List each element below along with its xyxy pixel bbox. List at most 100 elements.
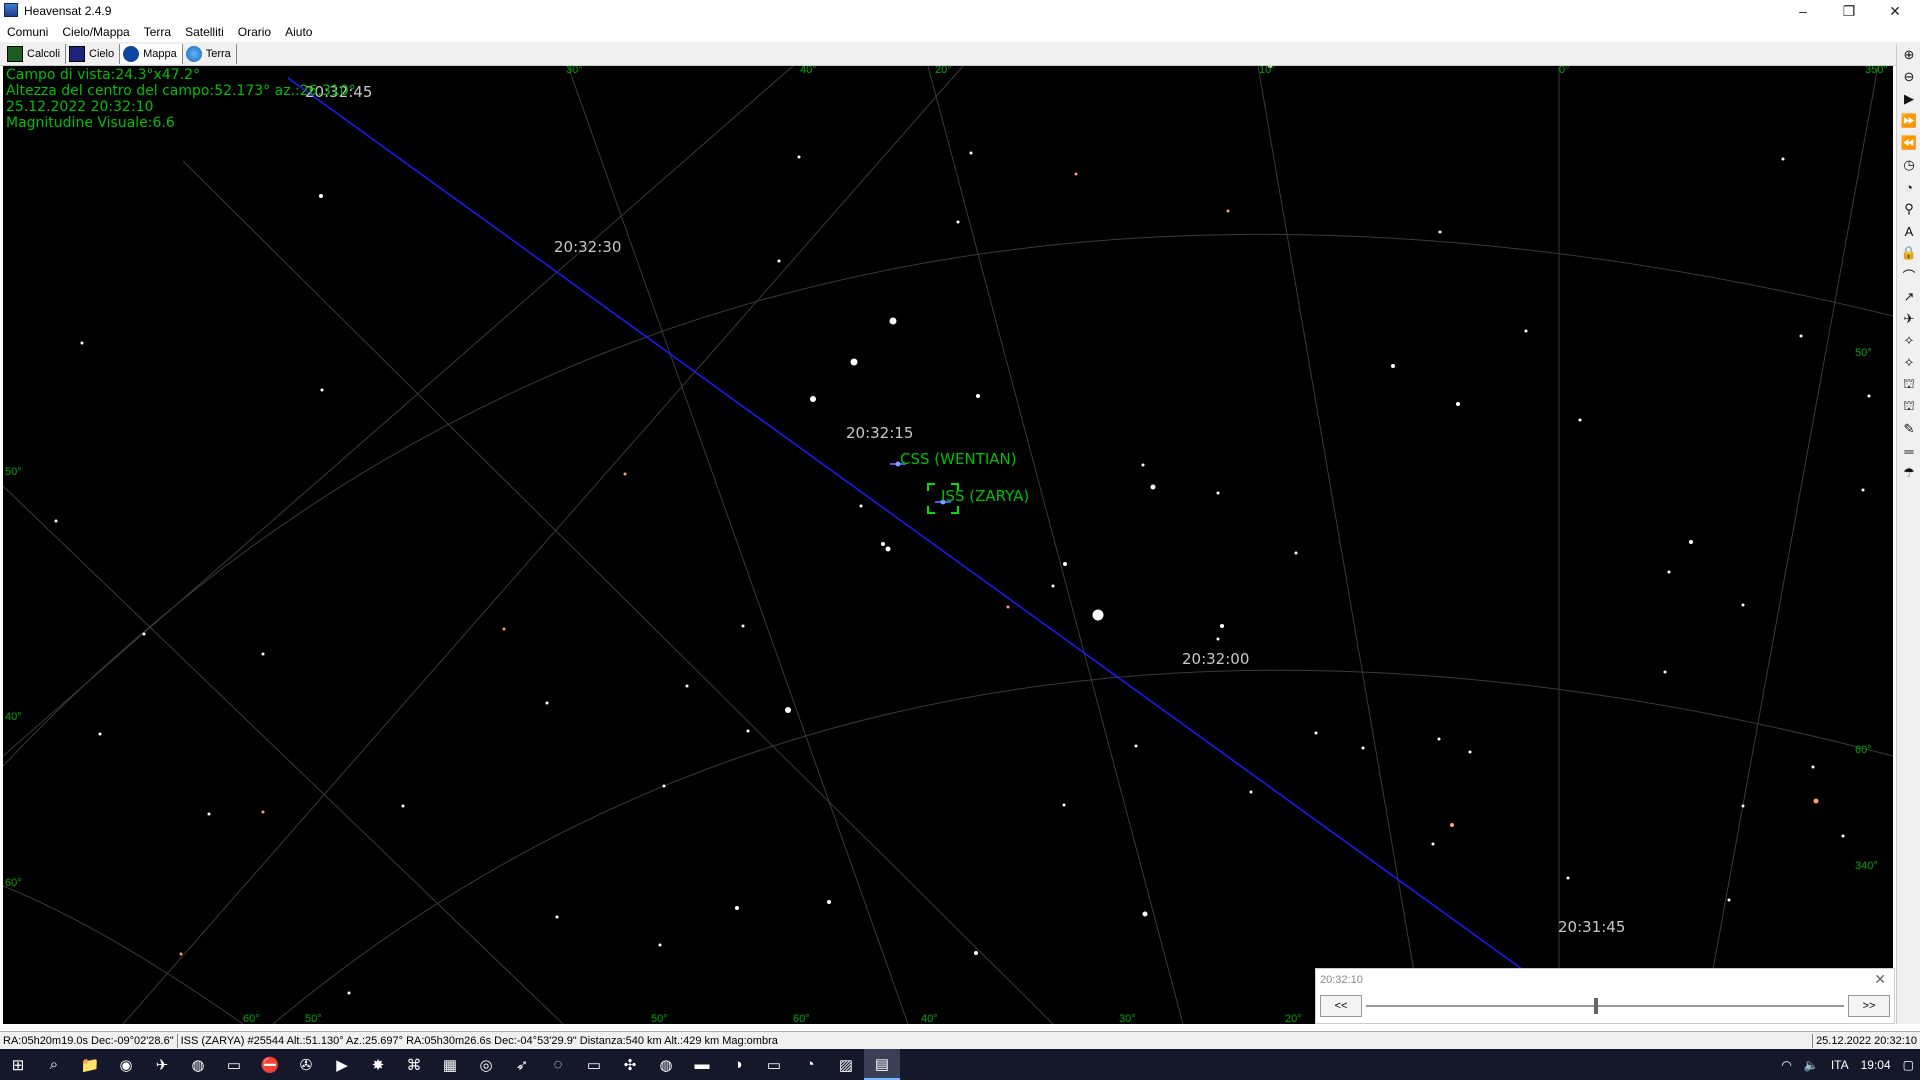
time-back-button[interactable]: << [1320, 995, 1362, 1017]
close-button[interactable]: ✕ [1872, 0, 1918, 22]
grid-label: 40° [921, 1013, 938, 1024]
menu-terra[interactable]: Terra [137, 25, 178, 39]
time-control-panel: 20:32:10 ✕ << >> [1315, 968, 1895, 1024]
zoom-out-icon[interactable]: ⊖ [1897, 66, 1920, 88]
folder-icon[interactable]: 📁 [72, 1049, 108, 1080]
app-icon[interactable]: ◌ [540, 1049, 576, 1080]
menu-cielo-mappa[interactable]: Cielo/Mappa [55, 25, 136, 39]
direction-icon[interactable]: ↗ [1897, 286, 1920, 308]
coordinate-grid [3, 66, 1893, 1024]
grid-label: 60° [243, 1013, 260, 1024]
telescope-icon[interactable]: ⛫ [1897, 396, 1920, 418]
red-stars [179, 172, 1819, 956]
clock-icon[interactable]: ◷ [1897, 154, 1920, 176]
weather-icon[interactable]: ☂ [1897, 462, 1920, 484]
network-icon[interactable]: ◠ [1775, 1058, 1797, 1072]
time-step-icon[interactable]: ◔ [1897, 176, 1920, 198]
app-icon[interactable]: ▨ [828, 1049, 864, 1080]
sky-chart: 30° 40° 20° 10° 0° 350° 50° 50° 40° 60° … [3, 66, 1893, 1024]
menu-comuni[interactable]: Comuni [0, 25, 55, 39]
time-label-20-31-45: 20:31:45 [1558, 918, 1625, 936]
sky-map[interactable]: 30° 40° 20° 10° 0° 350° 50° 50° 40° 60° … [3, 66, 1893, 1024]
grid-label: 50° [651, 1013, 668, 1024]
star-field [54, 66, 1871, 995]
status-satellite-info: ISS (ZARYA) #25544 Alt.:51.130° Az.:25.6… [180, 1035, 778, 1047]
track-icon[interactable]: ═ [1897, 440, 1920, 462]
zoom-in-icon[interactable]: ⊕ [1897, 44, 1920, 66]
lock-icon[interactable]: 🔒 [1897, 242, 1920, 264]
app-icon[interactable]: ◍ [648, 1049, 684, 1080]
tab-mappa[interactable]: Mappa [120, 43, 183, 64]
app-icon[interactable]: ✸ [360, 1049, 396, 1080]
status-ra-dec: RA:05h20m19.0s Dec:-09°02'28.6" [3, 1035, 174, 1047]
title-bar: Heavensat 2.4.9 – ❐ ✕ [0, 0, 1920, 22]
telegram-icon[interactable]: ✈ [144, 1049, 180, 1080]
time-slider-thumb[interactable] [1594, 998, 1599, 1014]
fast-forward-icon[interactable]: ⏩ [1897, 110, 1920, 132]
iss-zarya-label: ISS (ZARYA) [941, 487, 1029, 505]
app-icon[interactable]: ◍ [180, 1049, 216, 1080]
tray-clock[interactable]: 19:04 [1855, 1058, 1897, 1072]
deep-sky-icon[interactable]: ✧ [1897, 352, 1920, 374]
restore-button[interactable]: ❐ [1826, 0, 1872, 22]
windows-taskbar: ⊞ ⌕ 📁 ◉ ✈ ◍ ▭ ⛔ ✇ ▶ ✸ ⌘ ▦ ◎ ➶ ◌ ▭ ✣ ◍ ▬ … [0, 1049, 1920, 1080]
grid-label: 50° [5, 466, 22, 478]
pen-icon[interactable]: ✎ [1897, 418, 1920, 440]
app-icon[interactable]: ➶ [504, 1049, 540, 1080]
language-indicator[interactable]: ITA [1825, 1058, 1855, 1072]
system-tray: ◠ 🔈 ITA 19:04 ▢ [1775, 1049, 1920, 1080]
menu-bar: Comuni Cielo/Mappa Terra Satelliti Orari… [0, 22, 1920, 42]
start-icon[interactable]: ⊞ [0, 1049, 36, 1080]
volume-icon[interactable]: 🔈 [1798, 1058, 1825, 1072]
app-icon[interactable]: ◑ [720, 1049, 756, 1080]
labels-icon[interactable]: A [1897, 220, 1920, 242]
play-icon[interactable]: ▶ [1897, 88, 1920, 110]
heavensat-taskbar-icon[interactable]: ▤ [864, 1049, 900, 1080]
tab-terra[interactable]: Terra [183, 43, 237, 64]
app-icon[interactable]: ▦ [432, 1049, 468, 1080]
app-icon[interactable]: ⛔ [252, 1049, 288, 1080]
binoculars-icon[interactable]: ⚲ [1897, 198, 1920, 220]
minimize-button[interactable]: – [1780, 0, 1826, 22]
window-title: Heavensat 2.4.9 [24, 4, 112, 18]
grid-label: 20° [935, 66, 952, 76]
time-forward-button[interactable]: >> [1848, 995, 1890, 1017]
time-panel-close-icon[interactable]: ✕ [1874, 971, 1886, 988]
tab-label: Cielo [89, 47, 115, 60]
constellation-icon[interactable]: ✧ [1897, 330, 1920, 352]
chrome-icon[interactable]: ◉ [108, 1049, 144, 1080]
map-icon [123, 45, 140, 62]
time-label-20-32-00: 20:32:00 [1182, 650, 1249, 668]
app-icon[interactable]: ▬ [684, 1049, 720, 1080]
horizon-icon[interactable]: ⌒ [1897, 264, 1920, 286]
grid-label: 20° [1285, 1013, 1302, 1024]
document-icon[interactable]: ▭ [576, 1049, 612, 1080]
grid-label: 40° [5, 711, 22, 723]
menu-orario[interactable]: Orario [231, 25, 278, 39]
menu-satelliti[interactable]: Satelliti [178, 25, 231, 39]
time-slider-track[interactable] [1366, 1005, 1844, 1007]
document-icon[interactable]: ▭ [756, 1049, 792, 1080]
observatory-icon[interactable]: ⛫ [1897, 374, 1920, 396]
app-icon[interactable]: ✣ [612, 1049, 648, 1080]
grid-label: 10° [1259, 66, 1276, 76]
menu-aiuto[interactable]: Aiuto [278, 25, 319, 39]
tab-label: Terra [205, 47, 231, 60]
iss-ground-track [287, 77, 1599, 1024]
app-icon[interactable]: ⌘ [396, 1049, 432, 1080]
grid-label: 30° [566, 66, 583, 76]
tab-cielo[interactable]: Cielo [66, 43, 121, 64]
app-icon[interactable]: ◔ [792, 1049, 828, 1080]
app-icon[interactable]: ✇ [288, 1049, 324, 1080]
satellite-icon[interactable]: ✈ [1897, 308, 1920, 330]
time-label-20-32-30: 20:32:30 [554, 238, 621, 256]
rewind-icon[interactable]: ⏪ [1897, 132, 1920, 154]
search-icon[interactable]: ⌕ [36, 1049, 72, 1080]
app-icon[interactable]: ◎ [468, 1049, 504, 1080]
grid-label: 0° [1559, 66, 1570, 76]
time-label-20-32-15: 20:32:15 [846, 424, 913, 442]
document-icon[interactable]: ▭ [216, 1049, 252, 1080]
tab-calcoli[interactable]: Calcoli [4, 43, 67, 64]
app-icon[interactable]: ▶ [324, 1049, 360, 1080]
notifications-icon[interactable]: ▢ [1897, 1058, 1920, 1072]
